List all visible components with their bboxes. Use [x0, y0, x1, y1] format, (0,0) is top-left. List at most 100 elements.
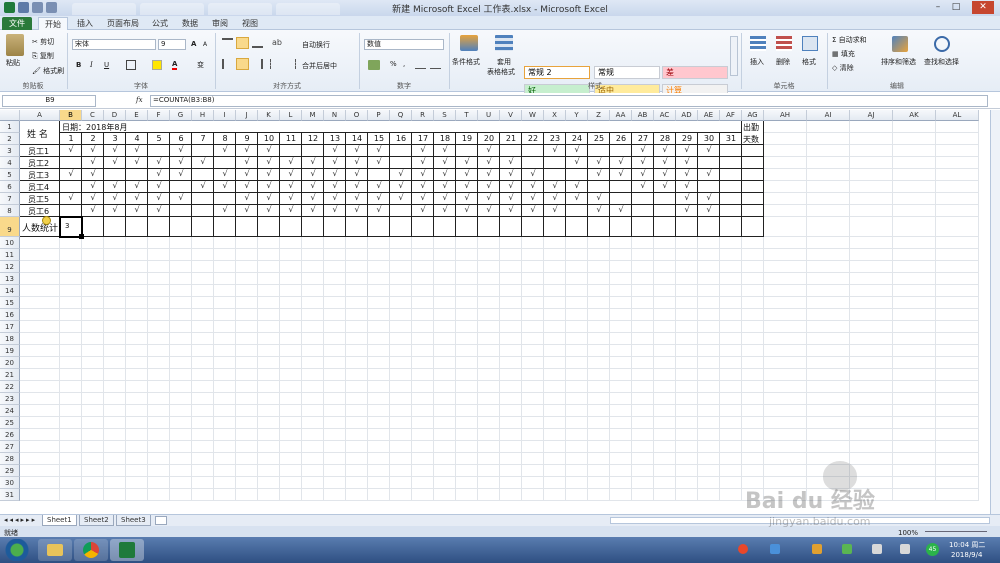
sheet-cell[interactable]: [566, 273, 588, 285]
sheet-cell[interactable]: [148, 357, 170, 369]
sheet-cell[interactable]: [170, 369, 192, 381]
sheet-cell[interactable]: [82, 249, 104, 261]
sheet-cell[interactable]: [764, 357, 807, 369]
sheet-cell[interactable]: [104, 321, 126, 333]
sheet-cell[interactable]: [544, 249, 566, 261]
sheet-cell[interactable]: [280, 285, 302, 297]
sheet-cell[interactable]: [478, 405, 500, 417]
sheet-cell[interactable]: [434, 261, 456, 273]
sheet-cell[interactable]: [148, 345, 170, 357]
sheet-cell[interactable]: [698, 429, 720, 441]
sheet-cell[interactable]: [302, 405, 324, 417]
sheet-cell[interactable]: [936, 369, 979, 381]
sheet-cell[interactable]: [236, 333, 258, 345]
sheet-cell[interactable]: [588, 217, 610, 237]
sheet-cell[interactable]: [698, 393, 720, 405]
sheet-cell[interactable]: [610, 369, 632, 381]
sheet-cell[interactable]: [214, 357, 236, 369]
sheet-cell[interactable]: [588, 321, 610, 333]
sheet-cell[interactable]: [324, 321, 346, 333]
sheet-cell[interactable]: [654, 465, 676, 477]
sheet-cell[interactable]: [764, 181, 807, 193]
sheet-cell[interactable]: [850, 309, 893, 321]
sheet-cell[interactable]: [60, 357, 82, 369]
sheet-cell[interactable]: [302, 249, 324, 261]
sheet-cell[interactable]: [104, 309, 126, 321]
sheet-cell[interactable]: [346, 285, 368, 297]
sheet-cell[interactable]: [478, 345, 500, 357]
sheet-cell[interactable]: [893, 181, 936, 193]
column-header[interactable]: Q: [390, 110, 412, 121]
column-header[interactable]: W: [522, 110, 544, 121]
column-header[interactable]: L: [280, 110, 302, 121]
sheet-cell[interactable]: [20, 297, 60, 309]
column-header[interactable]: J: [236, 110, 258, 121]
sheet-cell[interactable]: [192, 309, 214, 321]
sheet-tab-3[interactable]: Sheet3: [116, 515, 151, 526]
sheet-cell[interactable]: [676, 333, 698, 345]
sheet-cell[interactable]: [893, 133, 936, 145]
sheet-cell[interactable]: [676, 285, 698, 297]
sheet-cell[interactable]: [82, 489, 104, 501]
sheet-cell[interactable]: [60, 477, 82, 489]
sheet-cell[interactable]: [456, 477, 478, 489]
sheet-cell[interactable]: [566, 217, 588, 237]
sheet-cell[interactable]: [544, 465, 566, 477]
sheet-cell[interactable]: [236, 273, 258, 285]
sheet-cell[interactable]: [893, 429, 936, 441]
sheet-cell[interactable]: [82, 405, 104, 417]
sheet-cell[interactable]: [936, 405, 979, 417]
sheet-cell[interactable]: [434, 465, 456, 477]
sheet-cell[interactable]: [893, 441, 936, 453]
sheet-cell[interactable]: [654, 261, 676, 273]
sheet-cell[interactable]: [632, 465, 654, 477]
sheet-cell[interactable]: [566, 345, 588, 357]
sheet-cell[interactable]: [20, 309, 60, 321]
sheet-cell[interactable]: [632, 345, 654, 357]
sheet-cell[interactable]: [588, 477, 610, 489]
sheet-cell[interactable]: [522, 273, 544, 285]
sheet-cell[interactable]: [676, 249, 698, 261]
sheet-cell[interactable]: [280, 237, 302, 249]
sheet-cell[interactable]: [148, 145, 170, 157]
sheet-cell[interactable]: [148, 405, 170, 417]
row-header[interactable]: 24: [0, 405, 20, 417]
sheet-cell[interactable]: [936, 429, 979, 441]
sheet-cell[interactable]: [500, 453, 522, 465]
sheet-cell[interactable]: [82, 237, 104, 249]
sheet-cell[interactable]: [324, 357, 346, 369]
phonetic-button[interactable]: 变: [197, 60, 204, 70]
sheet-cell[interactable]: [20, 285, 60, 297]
sheet-cell[interactable]: [192, 217, 214, 237]
sheet-cell[interactable]: [82, 453, 104, 465]
sheet-cell[interactable]: [654, 193, 676, 205]
sheet-cell[interactable]: [522, 145, 544, 157]
sheet-cell[interactable]: [346, 489, 368, 501]
tab-home[interactable]: 开始: [38, 17, 68, 30]
sheet-cell[interactable]: [500, 309, 522, 321]
column-header[interactable]: AD: [676, 110, 698, 121]
sheet-cell[interactable]: [82, 333, 104, 345]
sheet-cell[interactable]: [632, 249, 654, 261]
sheet-cell[interactable]: [148, 237, 170, 249]
sheet-cell[interactable]: [850, 169, 893, 181]
sheet-cell[interactable]: [566, 285, 588, 297]
sheet-cell[interactable]: [764, 193, 807, 205]
sheet-cell[interactable]: [500, 465, 522, 477]
sheet-cell[interactable]: [258, 453, 280, 465]
sheet-cell[interactable]: [126, 489, 148, 501]
sheet-cell[interactable]: [610, 333, 632, 345]
row-header[interactable]: 4: [0, 157, 20, 169]
sheet-cell[interactable]: [610, 249, 632, 261]
sheet-cell[interactable]: [936, 157, 979, 169]
sheet-cell[interactable]: [720, 429, 742, 441]
sheet-cell[interactable]: [258, 477, 280, 489]
sheet-cell[interactable]: [170, 237, 192, 249]
sheet-cell[interactable]: [148, 309, 170, 321]
sheet-nav-icon[interactable]: ◂◂◂▸▸▸: [4, 516, 37, 524]
sheet-cell[interactable]: [170, 181, 192, 193]
sheet-cell[interactable]: [478, 429, 500, 441]
sheet-cell[interactable]: [390, 477, 412, 489]
sheet-cell[interactable]: [104, 297, 126, 309]
sheet-cell[interactable]: [412, 453, 434, 465]
